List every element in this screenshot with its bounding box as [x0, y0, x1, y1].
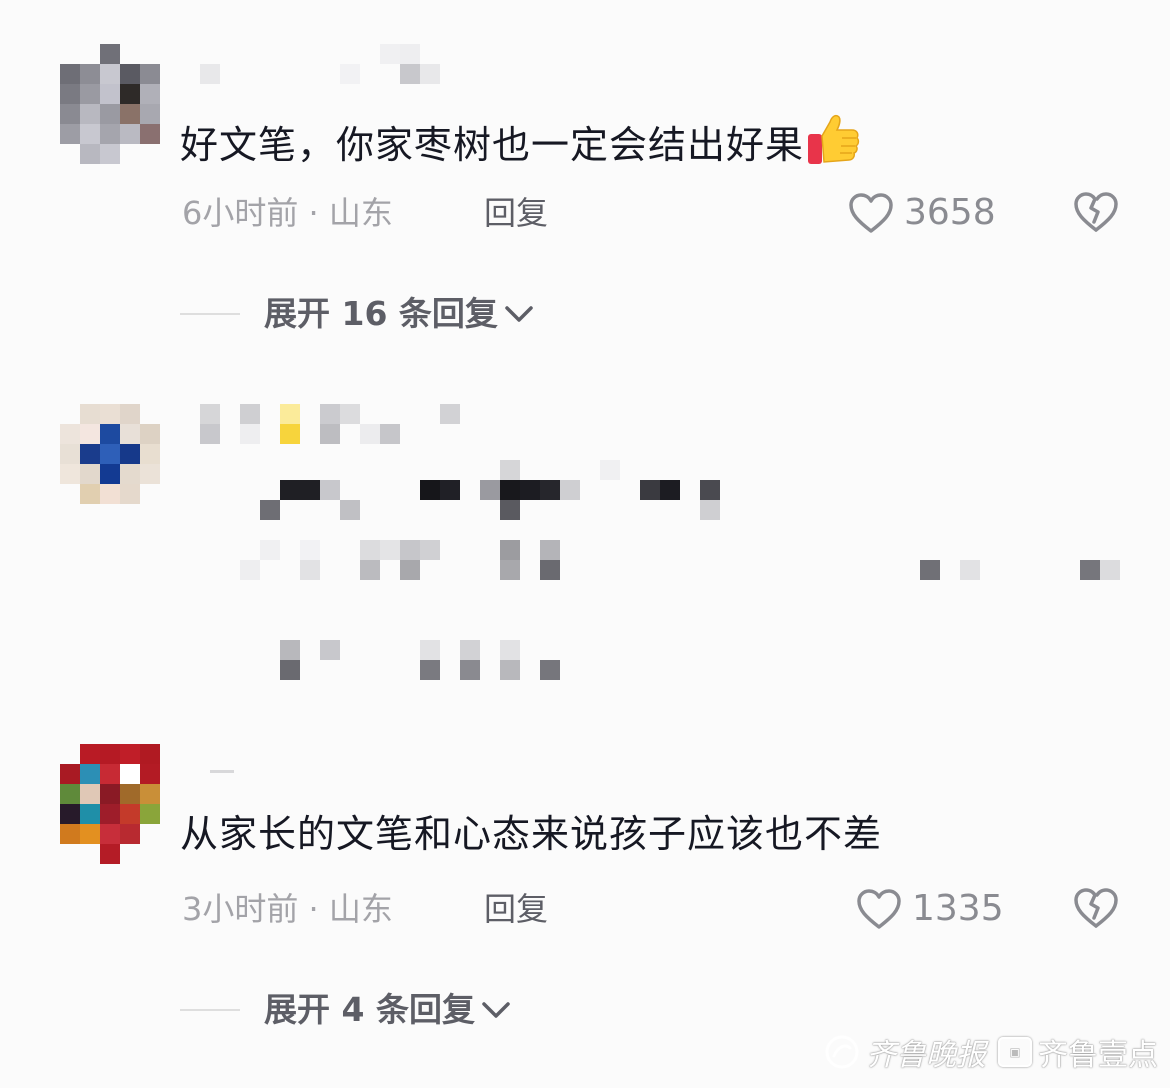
expand-replies-label: 展开 16 条回复 [264, 294, 498, 333]
expand-replies-button[interactable]: 展开 4 条回复 [180, 990, 513, 1030]
username-blurred[interactable] [200, 44, 460, 88]
expand-replies-button[interactable]: 展开 16 条回复 [180, 294, 536, 334]
like-button[interactable]: 1335 [856, 888, 1004, 930]
watermark-brand-script: 齐鲁晚报 [866, 1038, 986, 1073]
chevron-down-icon [482, 1002, 510, 1018]
heart-outline-icon [857, 889, 901, 929]
like-count: 1335 [912, 888, 1004, 929]
comment-text-blurred [200, 460, 1140, 700]
comment-item-1: 好文笔，你家枣树也一定会结出好果 6小时前 · 山东 回复 3658 展开 16… [0, 0, 1170, 360]
watermark: 齐鲁晚报 ▣ 齐鲁壹点 [824, 1030, 1158, 1074]
reply-button[interactable]: 回复 [484, 889, 548, 929]
expand-replies-label: 展开 4 条回复 [264, 990, 475, 1029]
comment-text: 好文笔，你家枣树也一定会结出好果 [180, 112, 862, 171]
comment-meta: 6小时前 · 山东 [182, 194, 393, 232]
avatar[interactable] [60, 44, 160, 164]
broken-heart-icon[interactable] [1073, 190, 1119, 234]
heart-outline-icon [849, 193, 893, 233]
thumbs-up-icon [808, 114, 860, 164]
comment-text: 从家长的文笔和心态来说孩子应该也不差 [180, 812, 883, 856]
like-button[interactable]: 3658 [848, 192, 996, 234]
username-blurred[interactable] [200, 404, 480, 448]
broken-heart-icon[interactable] [1073, 886, 1119, 930]
chevron-down-icon [505, 306, 533, 322]
watermark-app-icon: ▣ [998, 1037, 1032, 1067]
divider-line [180, 1009, 240, 1011]
avatar[interactable] [60, 744, 160, 864]
username-blurred[interactable] [210, 770, 240, 776]
divider-line [180, 313, 240, 315]
reply-button[interactable]: 回复 [484, 193, 548, 233]
avatar[interactable] [60, 404, 160, 504]
watermark-brand-text: 齐鲁壹点 [1038, 1038, 1158, 1073]
comment-text-content: 好文笔，你家枣树也一定会结出好果 [180, 123, 805, 167]
comment-meta: 3小时前 · 山东 [182, 890, 393, 928]
comment-item-2 [0, 360, 1170, 720]
brand-logo-icon [825, 1035, 859, 1069]
like-count: 3658 [904, 192, 996, 233]
